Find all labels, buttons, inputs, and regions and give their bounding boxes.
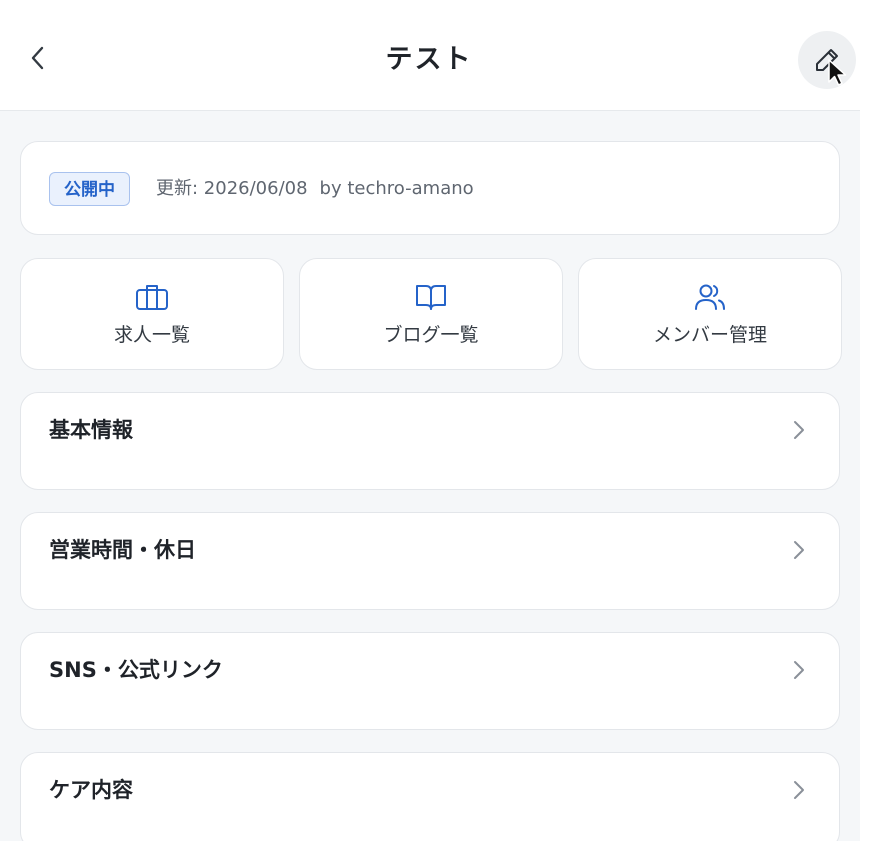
users-icon xyxy=(695,284,725,310)
section-basic-info[interactable]: 基本情報 xyxy=(20,392,840,490)
section-label: 営業時間・休日 xyxy=(49,538,196,562)
section-care-content[interactable]: ケア内容 xyxy=(20,752,840,841)
chevron-right-icon xyxy=(794,781,804,799)
blog-list-button[interactable]: ブログ一覧 xyxy=(299,258,563,370)
job-list-button[interactable]: 求人一覧 xyxy=(20,258,284,370)
author: by techro-amano xyxy=(319,178,474,199)
chevron-right-icon xyxy=(794,661,804,679)
member-management-label: メンバー管理 xyxy=(652,324,767,346)
chevron-right-icon xyxy=(794,541,804,559)
section-business-hours[interactable]: 営業時間・休日 xyxy=(20,512,840,610)
app-header: テスト xyxy=(0,0,880,110)
quick-links: 求人一覧 ブログ一覧 メンバー管理 xyxy=(20,258,842,370)
briefcase-icon xyxy=(136,285,168,310)
section-label: 基本情報 xyxy=(49,418,133,442)
job-list-label: 求人一覧 xyxy=(113,324,190,346)
section-label: ケア内容 xyxy=(49,778,133,802)
blog-list-label: ブログ一覧 xyxy=(383,324,479,346)
status-badge: 公開中 xyxy=(49,172,130,206)
section-sns-links[interactable]: SNS・公式リンク xyxy=(20,632,840,730)
member-management-button[interactable]: メンバー管理 xyxy=(578,258,842,370)
book-icon xyxy=(416,285,446,310)
page-title: テスト xyxy=(385,44,473,75)
status-card: 公開中 更新: 2026/06/08 by techro-amano xyxy=(20,141,840,235)
updated-date: 更新: 2026/06/08 xyxy=(156,178,308,199)
update-meta: 更新: 2026/06/08 by techro-amano xyxy=(156,172,474,206)
content-area: 公開中 更新: 2026/06/08 by techro-amano 求人一覧 xyxy=(0,110,860,841)
chevron-right-icon xyxy=(794,421,804,439)
section-label: SNS・公式リンク xyxy=(49,658,223,682)
mouse-cursor-icon xyxy=(828,59,847,86)
